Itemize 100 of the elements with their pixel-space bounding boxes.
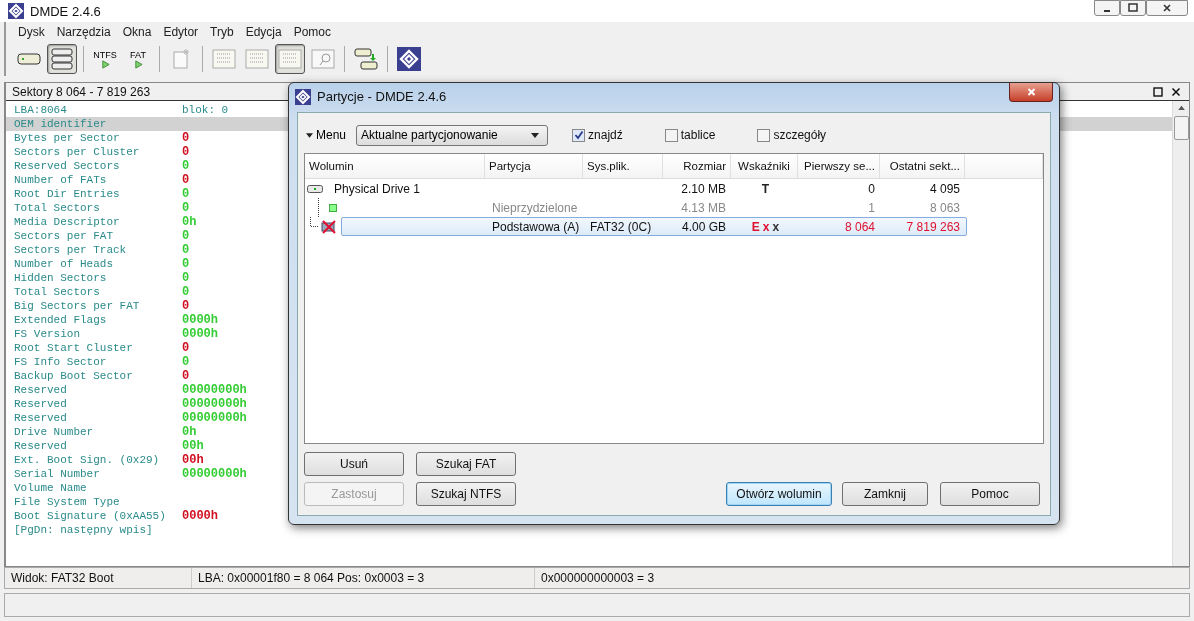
- minimize-button[interactable]: [1094, 0, 1120, 16]
- field-name: Serial Number: [14, 467, 101, 481]
- field-value: 00h: [182, 439, 204, 453]
- menu-item[interactable]: Edycja: [239, 25, 288, 39]
- close-button[interactable]: [1009, 83, 1053, 102]
- close-icon: [1171, 86, 1181, 97]
- field-name: Hidden Sectors: [14, 271, 108, 285]
- menu-item[interactable]: Pomoc: [287, 25, 338, 39]
- column-header[interactable]: Ostatni sekt...: [880, 154, 965, 178]
- copy-disk-icon: [354, 48, 378, 70]
- field-value: 0: [182, 201, 190, 215]
- field-name: Backup Boot Sector: [14, 369, 134, 383]
- table-cell-text: FAT32 (0C): [589, 219, 653, 234]
- dialog-button[interactable]: Otwórz wolumin: [726, 482, 832, 506]
- dialog-title: Partycje - DMDE 2.4.6: [317, 89, 447, 104]
- toolbar-button[interactable]: FAT: [123, 44, 153, 74]
- partition-row[interactable]: Physical Drive 1 2.10 MB T 0 4 095: [327, 179, 967, 198]
- menu-item[interactable]: Tryb: [204, 25, 240, 39]
- list-tool-button[interactable]: [47, 44, 77, 74]
- play-icon: [100, 59, 110, 69]
- partition-row[interactable]: Podstawowa (A) FAT32 (0C) 4.00 GB E x x 8 064 7 819 263: [341, 217, 967, 236]
- field-name: Volume Name: [14, 481, 88, 495]
- field-name: Root Dir Entries: [14, 187, 121, 201]
- partition-error-icon: [321, 219, 337, 234]
- partitioning-dropdown[interactable]: Aktualne partycjonowanie: [356, 124, 549, 146]
- field-name: Drive Number: [14, 425, 95, 439]
- field-name: Reserved: [14, 383, 68, 397]
- block-label: blok: 0: [182, 103, 229, 117]
- minimize-icon: [1104, 10, 1110, 12]
- table-cell-text: E x x: [750, 219, 781, 234]
- field-name: Total Sectors: [14, 201, 101, 215]
- dialog-button[interactable]: Zamknij: [842, 482, 928, 506]
- field-name: Reserved: [14, 439, 68, 453]
- field-name: Bytes per Sector: [14, 131, 121, 145]
- field-name: Root Start Cluster: [14, 341, 134, 355]
- table-cell-text: 4 095: [928, 181, 961, 196]
- dialog-button[interactable]: Szukaj NTFS: [416, 482, 516, 506]
- field-name: Reserved: [14, 397, 68, 411]
- new-page-icon: [171, 48, 191, 70]
- column-header[interactable]: Rozmiar: [663, 154, 731, 178]
- field-value: 0: [182, 369, 190, 383]
- maximize-button[interactable]: [1120, 0, 1146, 16]
- table-cell-text: 1: [867, 200, 876, 215]
- table-cell-text: 4.13 MB: [680, 200, 727, 215]
- maximize-button[interactable]: [1151, 86, 1165, 97]
- field-name: Reserved: [14, 411, 68, 425]
- dialog-button[interactable]: Szukaj FAT: [416, 452, 516, 476]
- checkbox[interactable]: tablice: [664, 128, 716, 142]
- field-name: Total Sectors: [14, 285, 101, 299]
- field-value: 0: [182, 355, 190, 369]
- column-header[interactable]: Wskaźniki: [731, 154, 798, 178]
- stacked-disks-icon: [50, 48, 74, 70]
- menu-item[interactable]: Okna: [116, 25, 158, 39]
- dialog-button[interactable]: Usuń: [304, 452, 404, 476]
- checkbox[interactable]: znajdź: [572, 128, 623, 142]
- field-name: Boot Signature (0xAA55): [14, 509, 167, 523]
- field-name: Sectors per Track: [14, 243, 128, 257]
- field-value: 0: [182, 257, 190, 271]
- list-view-icon: [212, 49, 236, 69]
- column-header[interactable]: Partycja: [485, 154, 583, 178]
- app-logo-icon: [8, 3, 24, 19]
- field-value: 0000h: [182, 509, 218, 523]
- toolbar-button[interactable]: NTFS: [90, 44, 120, 74]
- table-cell-text: 0: [867, 181, 876, 196]
- field-name: Media Descriptor: [14, 215, 121, 229]
- field-value: 0h: [182, 425, 197, 439]
- close-button[interactable]: [1169, 86, 1183, 97]
- field-value: 0: [182, 271, 190, 285]
- field-name: Sectors per Cluster: [14, 145, 141, 159]
- hint-text: [PgDn: następny wpis]: [14, 523, 153, 537]
- scrollbar-thumb[interactable]: [1173, 116, 1189, 140]
- field-value: 00000000h: [182, 411, 247, 425]
- field-name: Big Sectors per FAT: [14, 299, 141, 313]
- logo-tool-button[interactable]: [394, 44, 424, 74]
- app-logo-icon: [295, 88, 311, 105]
- dialog-button[interactable]: Pomoc: [940, 482, 1040, 506]
- menu-item[interactable]: Edytor: [157, 25, 205, 39]
- menu-item[interactable]: Narzędzia: [50, 25, 117, 39]
- field-value: 0: [182, 145, 190, 159]
- grid-tool-button[interactable]: [275, 44, 305, 74]
- maximize-icon: [1128, 3, 1138, 13]
- close-icon: [1162, 3, 1172, 13]
- menu-item[interactable]: Dysk: [12, 25, 51, 39]
- unallocated-space-icon: [329, 203, 337, 212]
- table-cell-text: 4.00 GB: [680, 219, 727, 234]
- app-logo-icon: [397, 47, 421, 71]
- column-header[interactable]: Wolumin: [305, 154, 485, 178]
- checkmark-icon: [573, 130, 584, 140]
- partition-row[interactable]: Nieprzydzielone 4.13 MB 1 8 063: [341, 198, 967, 217]
- field-value: 00000000h: [182, 467, 247, 481]
- list-view-icon: [245, 49, 269, 69]
- column-header[interactable]: Sys.plik.: [583, 154, 663, 178]
- status-text: Widok: FAT32 Boot: [5, 568, 192, 588]
- status-text: LBA: 0x00001f80 = 8 064 Pos: 0x0003 = 3: [192, 568, 535, 588]
- checkbox[interactable]: szczegóły: [757, 128, 827, 142]
- menu-button[interactable]: Menu: [304, 128, 349, 142]
- field-value: 0: [182, 159, 190, 173]
- scrollbar[interactable]: [1172, 101, 1189, 566]
- column-header[interactable]: Pierwszy se...: [798, 154, 880, 178]
- field-value: 0h: [182, 215, 197, 229]
